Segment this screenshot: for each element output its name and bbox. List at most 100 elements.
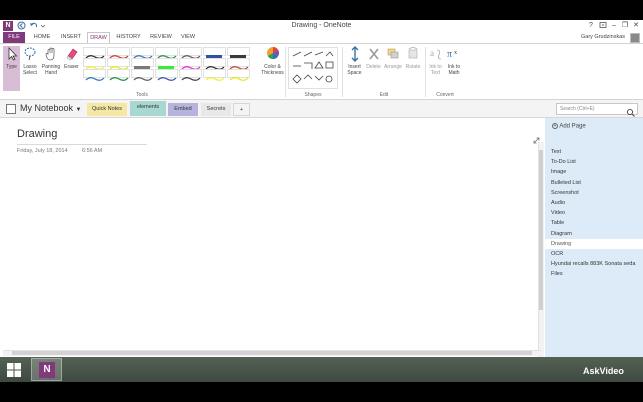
delete-label: Delete: [366, 64, 381, 70]
lasso-icon: [24, 47, 36, 61]
type-button[interactable]: Type: [3, 46, 20, 91]
page-list-item[interactable]: Screenshot: [545, 188, 643, 198]
page-list-item[interactable]: Table: [545, 218, 643, 228]
user-name[interactable]: Gary Grudzinskas: [581, 32, 625, 43]
pen-swatch[interactable]: [179, 58, 202, 70]
convert-group-label: Convert: [436, 92, 454, 98]
tab-insert[interactable]: INSERT: [58, 32, 84, 43]
ink-to-math-button[interactable]: πx Ink to Math: [445, 46, 463, 91]
page-list-item[interactable]: Audio: [545, 198, 643, 208]
color-wheel-icon: [266, 47, 279, 59]
edit-group-label: Edit: [379, 92, 389, 98]
page-list-item[interactable]: Video: [545, 208, 643, 218]
pen-swatch[interactable]: [155, 69, 178, 81]
arrange-label: Arrange: [384, 64, 402, 70]
add-section-button[interactable]: +: [233, 103, 250, 116]
search-icon[interactable]: [626, 104, 635, 117]
lasso-select-button[interactable]: Lasso Select: [21, 46, 39, 91]
help-button[interactable]: ?: [586, 21, 596, 31]
svg-text:π: π: [447, 49, 452, 60]
page-title[interactable]: Drawing: [17, 128, 57, 140]
type-label: Type: [6, 64, 17, 70]
minimize-button[interactable]: –: [609, 21, 619, 31]
ink-to-text-button[interactable]: a Ink to Text: [427, 46, 444, 91]
arrange-button[interactable]: Arrange: [383, 46, 403, 91]
pen-swatch[interactable]: [155, 58, 178, 70]
page-list-item[interactable]: Hyundai recalls 883K Sonata seda: [545, 259, 643, 269]
ink-to-math-label-2: Math: [448, 70, 460, 76]
restore-button[interactable]: ❐: [620, 21, 630, 31]
eraser-icon: [66, 48, 77, 61]
pen-swatch[interactable]: [83, 69, 106, 81]
eraser-button[interactable]: Eraser: [63, 46, 80, 91]
notebook-bar: My Notebook ▼ Quick Notes elements Embed…: [0, 100, 643, 118]
add-page-label: Add Page: [559, 123, 586, 130]
onenote-window: N Drawing - OneNote ? – ❐ ✕ FILE HOME IN…: [0, 20, 643, 382]
page-list-item[interactable]: Bulleted List: [545, 178, 643, 188]
section-tab-embed[interactable]: Embed: [168, 103, 198, 116]
page-list-item[interactable]: Drawing: [545, 238, 643, 249]
tab-history[interactable]: HISTORY: [114, 32, 143, 43]
draw-ribbon: Type Lasso Select Panning Hand Eraser Co…: [0, 43, 643, 104]
shapes-icon: [292, 51, 334, 84]
close-button[interactable]: ✕: [631, 21, 641, 31]
section-tab-elements[interactable]: elements: [130, 101, 166, 116]
color-thickness-label-2: Thickness: [261, 70, 284, 76]
page-list-item[interactable]: Image: [545, 167, 643, 177]
page-canvas[interactable]: Drawing Friday, July 18, 2014 6:56 AM: [0, 118, 544, 376]
pen-swatch[interactable]: [155, 47, 178, 59]
pen-swatch[interactable]: [203, 47, 226, 59]
page-list-item[interactable]: Diagram: [545, 229, 643, 239]
pen-swatch[interactable]: [131, 58, 154, 70]
tab-draw[interactable]: DRAW: [87, 32, 110, 43]
divider: [425, 47, 426, 97]
onenote-taskbar-button[interactable]: N: [31, 358, 62, 381]
avatar[interactable]: [630, 33, 640, 43]
pen-swatch[interactable]: [179, 47, 202, 59]
tab-view[interactable]: VIEW: [178, 32, 198, 43]
horizontal-scroll-thumb[interactable]: [12, 351, 532, 355]
notebook-name[interactable]: My Notebook ▼: [20, 102, 82, 117]
tab-review[interactable]: REVIEW: [147, 32, 175, 43]
onenote-taskbar-icon: N: [39, 362, 55, 378]
title-bar: N Drawing - OneNote ? – ❐ ✕: [0, 20, 643, 32]
pen-swatch[interactable]: [83, 58, 106, 70]
pen-swatch[interactable]: [83, 47, 106, 59]
page-list-item[interactable]: Text: [545, 147, 643, 157]
pen-swatch[interactable]: [227, 69, 250, 81]
pen-swatch[interactable]: [107, 47, 130, 59]
shapes-group-label: Shapes: [304, 92, 322, 98]
page-list-item[interactable]: To-Do List: [545, 157, 643, 167]
color-thickness-button[interactable]: Color & Thickness: [260, 46, 285, 91]
collapse-ribbon-icon[interactable]: [634, 92, 640, 104]
rotate-button[interactable]: Rotate: [403, 46, 423, 91]
divider: [285, 47, 286, 97]
pen-swatch[interactable]: [107, 69, 130, 81]
pen-swatch[interactable]: [131, 47, 154, 59]
insert-space-button[interactable]: Insert Space: [345, 46, 364, 91]
vertical-scroll-thumb[interactable]: [539, 150, 543, 310]
pen-swatch[interactable]: [227, 58, 250, 70]
ribbon-display-options-icon[interactable]: [598, 21, 608, 31]
shapes-gallery[interactable]: [288, 47, 338, 89]
tab-home[interactable]: HOME: [30, 32, 54, 43]
tab-file[interactable]: FILE: [3, 32, 25, 43]
pen-swatch[interactable]: [203, 58, 226, 70]
expand-page-icon[interactable]: [533, 131, 540, 144]
section-tab-secrets[interactable]: Secrets: [201, 103, 231, 116]
section-tab-quick-notes[interactable]: Quick Notes: [87, 103, 127, 116]
panning-hand-button[interactable]: Panning Hand: [40, 46, 62, 91]
pen-swatch[interactable]: [107, 58, 130, 70]
page-list-item[interactable]: OCR: [545, 249, 643, 259]
svg-text:x: x: [454, 50, 457, 56]
delete-button[interactable]: Delete: [364, 46, 383, 91]
pen-swatch[interactable]: [179, 69, 202, 81]
pen-swatch[interactable]: [227, 47, 250, 59]
page-list-item[interactable]: Files: [545, 269, 643, 279]
insert-space-icon: [351, 46, 358, 62]
add-page-button[interactable]: + Add Page: [552, 123, 586, 130]
notebook-icon[interactable]: [6, 104, 16, 114]
pen-swatch[interactable]: [203, 69, 226, 81]
pen-swatch[interactable]: [131, 69, 154, 81]
windows-start-icon[interactable]: [7, 363, 21, 377]
